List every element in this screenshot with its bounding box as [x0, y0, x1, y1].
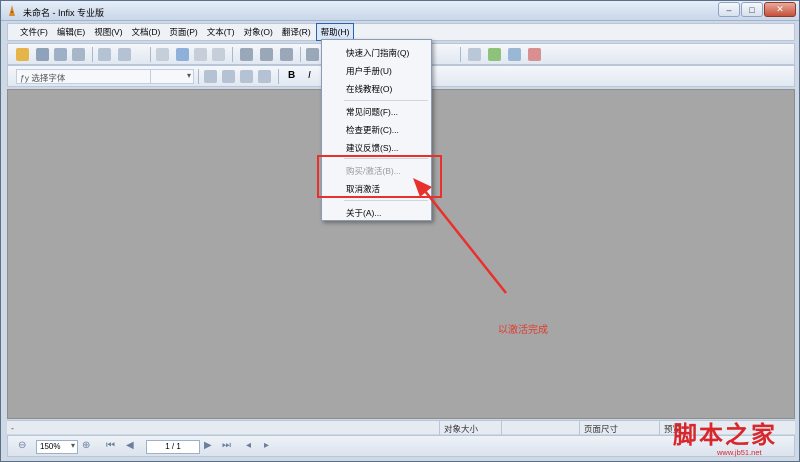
menu-file[interactable]: 文件(F)	[16, 24, 52, 40]
save-icon[interactable]	[36, 48, 49, 61]
menu-item-feedback[interactable]: 建议反馈(S)...	[346, 142, 398, 154]
font-placeholder: 选择字体	[31, 73, 66, 83]
back-icon[interactable]: ◂	[246, 440, 251, 451]
italic-button[interactable]: I	[308, 70, 311, 81]
watermark-logo: 脚本之家 www.jb51.net	[673, 415, 800, 462]
align-center-icon[interactable]	[222, 70, 235, 83]
toolbar-separator	[232, 47, 233, 62]
window-title: 未命名 - Infix 专业版	[23, 8, 105, 18]
align-left-icon[interactable]	[204, 70, 217, 83]
status-left: -	[11, 423, 14, 433]
menu-item-about[interactable]: 关于(A)...	[346, 207, 381, 219]
close-button[interactable]: ✕	[764, 2, 796, 17]
status-object-size: 对象大小	[439, 421, 501, 435]
zoom-icon[interactable]	[176, 48, 189, 61]
menu-separator	[344, 200, 428, 201]
infix-app-icon	[9, 5, 15, 16]
font-size-select[interactable]	[150, 69, 194, 84]
menu-item-user-manual[interactable]: 用户手册(U)	[346, 65, 392, 77]
menu-text[interactable]: 文本(T)	[203, 24, 239, 40]
zoom-in-icon[interactable]: ⊕	[82, 440, 90, 451]
status-empty	[501, 421, 579, 435]
app-window: 未命名 - Infix 专业版 – □ ✕ 文件(F) 编辑(E) 视图(V) …	[0, 0, 800, 462]
menu-item-check-updates[interactable]: 检查更新(C)...	[346, 124, 399, 136]
toolbar-separator	[278, 69, 279, 84]
menu-edit[interactable]: 编辑(E)	[53, 24, 89, 40]
menu-item-quick-start[interactable]: 快速入门指南(Q)	[346, 47, 409, 59]
open-icon[interactable]	[16, 48, 29, 61]
save-as-icon[interactable]	[54, 48, 67, 61]
toolbar-separator	[150, 47, 151, 62]
menu-translate[interactable]: 翻译(R)	[278, 24, 315, 40]
print-icon[interactable]	[72, 48, 85, 61]
next-page-icon[interactable]: ▶	[204, 440, 212, 451]
highlight-box	[317, 155, 442, 198]
toolbar-separator	[198, 69, 199, 84]
menu-item-faq[interactable]: 常见问题(F)...	[346, 106, 398, 118]
export-icon[interactable]	[118, 48, 131, 61]
maximize-button[interactable]: □	[741, 2, 763, 17]
page-insert-icon[interactable]	[508, 48, 521, 61]
rotate-icon[interactable]	[212, 48, 225, 61]
page-number: 1 / 1	[165, 442, 181, 451]
hand-tool-icon[interactable]	[156, 48, 169, 61]
menu-document[interactable]: 文档(D)	[128, 24, 165, 40]
crop-icon[interactable]	[306, 48, 319, 61]
menu-page[interactable]: 页面(P)	[165, 24, 201, 40]
text-edit-icon[interactable]	[260, 48, 273, 61]
status-page-size: 页面尺寸	[579, 421, 659, 435]
justify-icon[interactable]	[258, 70, 271, 83]
menu-object[interactable]: 对象(O)	[240, 24, 277, 40]
text-tool-icon[interactable]	[240, 48, 253, 61]
pointer-icon[interactable]	[194, 48, 207, 61]
menu-view[interactable]: 视图(V)	[90, 24, 126, 40]
toolbar-separator	[460, 47, 461, 62]
annotation-text: 以激活完成	[498, 325, 548, 336]
watermark-url: www.jb51.net	[717, 448, 762, 457]
font-select[interactable]: ƒy 选择字体	[16, 69, 152, 84]
document-icon[interactable]	[98, 48, 111, 61]
align-right-icon[interactable]	[240, 70, 253, 83]
menu-item-online-tutorial[interactable]: 在线教程(O)	[346, 83, 392, 95]
forward-icon[interactable]: ▸	[264, 440, 269, 451]
prev-page-icon[interactable]: ◀	[126, 440, 134, 451]
first-page-icon[interactable]: ⏮	[106, 440, 115, 451]
zoom-value: 150%	[40, 442, 61, 451]
page-add-icon[interactable]	[488, 48, 501, 61]
text-flow-icon[interactable]	[280, 48, 293, 61]
bold-button[interactable]: B	[288, 70, 295, 81]
last-page-icon[interactable]: ⏭	[222, 440, 231, 451]
watermark-title: 脚本之家	[673, 420, 777, 449]
font-icon: ƒy	[20, 73, 32, 83]
page-number-field[interactable]: 1 / 1	[146, 440, 200, 454]
minimize-button[interactable]: –	[718, 2, 740, 17]
page-delete-icon[interactable]	[528, 48, 541, 61]
zoom-out-icon[interactable]: ⊖	[18, 440, 26, 451]
toolbar-separator	[300, 47, 301, 62]
title-bar: 未命名 - Infix 专业版 – □ ✕	[1, 1, 799, 21]
toolbar-separator	[92, 47, 93, 62]
comment-icon[interactable]	[468, 48, 481, 61]
zoom-select[interactable]: 150%	[36, 440, 78, 454]
menu-separator	[344, 100, 428, 101]
